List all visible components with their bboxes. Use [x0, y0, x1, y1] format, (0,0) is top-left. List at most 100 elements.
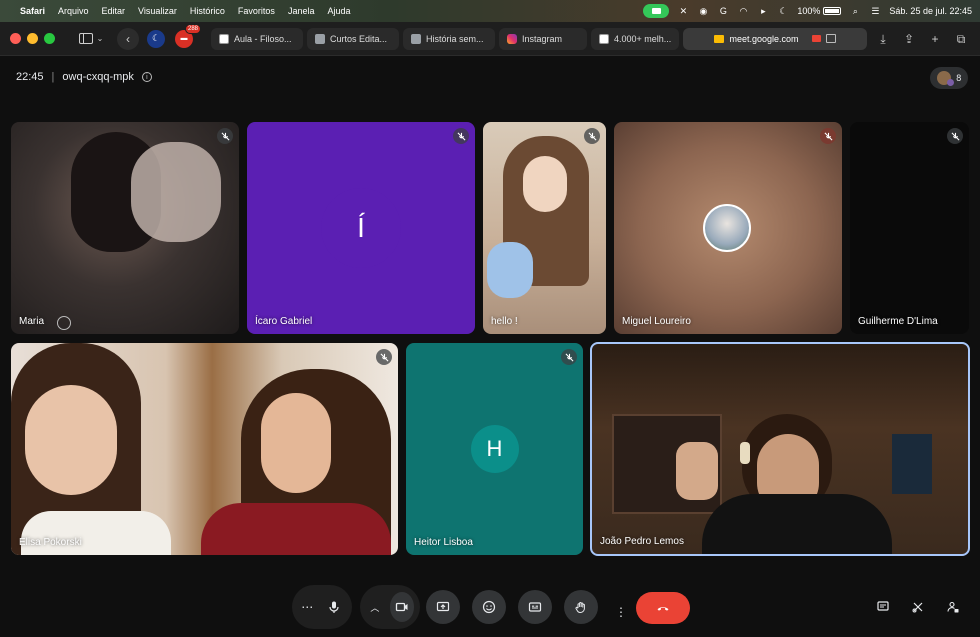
moon-icon[interactable]: ☾: [777, 5, 789, 17]
battery-icon: [823, 7, 842, 15]
tab-historia[interactable]: História sem...: [403, 27, 495, 50]
spotlight-search-icon[interactable]: ⌕: [849, 5, 861, 17]
participants-button[interactable]: 8: [930, 67, 968, 89]
menu-editar[interactable]: Editar: [102, 6, 126, 16]
download-icon: ⤓: [880, 31, 886, 46]
window-controls: [10, 33, 55, 44]
shapes-icon: [912, 602, 923, 613]
window-minimize-button[interactable]: [27, 33, 38, 44]
tab-favicon: [315, 33, 325, 44]
address-bar-url[interactable]: meet.google.com: [729, 34, 798, 44]
present-screen-button[interactable]: [426, 590, 460, 624]
participant-tile-elisa-pokorski[interactable]: Elisa Pokorski: [11, 343, 398, 555]
participant-tile-heitor-lisboa[interactable]: H Heitor Lisboa: [406, 343, 583, 555]
participant-name: Elisa Pokorski: [19, 537, 82, 548]
camera-button[interactable]: [389, 592, 414, 622]
macos-menubar: Safari Arquivo Editar Visualizar Históri…: [0, 0, 980, 22]
tab-curtos-editados[interactable]: Curtos Edita...: [307, 27, 399, 50]
dark-mode-extension-icon[interactable]: [147, 29, 165, 48]
emoji-icon: [482, 600, 496, 614]
muted-mic-icon: [453, 128, 469, 144]
tab-4000-melhores[interactable]: 4.000+ melh...: [591, 27, 679, 50]
menu-ajuda[interactable]: Ajuda: [327, 6, 350, 16]
participant-tile-miguel-loureiro[interactable]: Miguel Loureiro: [614, 122, 842, 334]
download-button[interactable]: ⤓: [872, 28, 894, 50]
tab-label: Curtos Edita...: [330, 33, 388, 44]
muted-mic-icon: [561, 349, 577, 365]
close-icon[interactable]: ✕: [677, 5, 689, 17]
participant-avatar: [703, 204, 751, 252]
participant-tile-maria[interactable]: Maria: [11, 122, 239, 334]
participant-name: Ícaro Gabriel: [255, 316, 313, 327]
chevron-down-icon: ⌄: [96, 34, 104, 43]
participant-name: Guilherme D'Lima: [858, 316, 938, 327]
menu-janela[interactable]: Janela: [288, 6, 315, 16]
extension-icon[interactable]: ◉: [697, 5, 709, 17]
participant-tile-icaro-gabriel[interactable]: Í Ícaro Gabriel: [247, 122, 475, 334]
leave-call-button[interactable]: [636, 592, 690, 624]
window-zoom-button[interactable]: [44, 33, 55, 44]
activities-button[interactable]: [901, 590, 935, 624]
more-audio-options-button[interactable]: ⋯: [298, 591, 316, 623]
camera-control-group: ︿: [360, 585, 420, 629]
raise-hand-button[interactable]: [564, 590, 598, 624]
menu-arquivo[interactable]: Arquivo: [58, 6, 89, 16]
tab-overview-button[interactable]: ⧉: [950, 28, 972, 50]
participant-name: hello !: [491, 316, 518, 327]
back-button[interactable]: ‹: [117, 27, 139, 50]
more-horizontal-icon: ⋯: [301, 600, 314, 614]
reactions-button[interactable]: [472, 590, 506, 624]
meet-header: 22:45 | owq-cxqq-mpk i 8: [0, 57, 980, 97]
tab-label: Aula - Filoso...: [234, 33, 292, 44]
captions-button[interactable]: [518, 590, 552, 624]
video-feed-hand: [676, 442, 718, 500]
window-close-button[interactable]: [10, 33, 21, 44]
extension-badge: 288: [184, 23, 201, 34]
info-icon[interactable]: i: [141, 72, 152, 82]
instagram-icon: [507, 33, 517, 44]
menu-safari[interactable]: Safari: [20, 6, 45, 16]
more-options-button[interactable]: ⋮: [610, 596, 632, 628]
share-button[interactable]: ⇪: [898, 28, 920, 50]
host-controls-button[interactable]: [936, 590, 970, 624]
picture-in-picture-icon[interactable]: [825, 34, 836, 43]
participants-avatar-icon: [936, 71, 954, 86]
chat-icon: [877, 601, 889, 611]
tab-label: 4.000+ melh...: [614, 33, 672, 44]
sticker-icon: [57, 316, 71, 330]
tab-aula-filosofia[interactable]: Aula - Filoso...: [211, 27, 303, 50]
new-tab-button[interactable]: +: [924, 28, 946, 50]
menu-favoritos[interactable]: Favoritos: [238, 6, 275, 16]
tab-bar: Aula - Filoso... Curtos Edita... Históri…: [211, 27, 867, 50]
control-center-icon[interactable]: ☰: [869, 5, 881, 17]
meeting-code: owq-cxqq-mpk: [62, 71, 134, 83]
video-feed-window: [892, 434, 932, 494]
video-feed-shirt-2: [201, 503, 391, 555]
hang-up-icon: [657, 606, 669, 611]
microphone-button[interactable]: [322, 593, 346, 621]
menubar-clock[interactable]: Sáb. 25 de jul. 22:45: [889, 6, 972, 16]
chevron-left-icon: ‹: [126, 31, 130, 46]
meeting-time: 22:45: [16, 71, 44, 83]
adblock-extension-icon[interactable]: 288: [175, 23, 201, 48]
chat-button[interactable]: [866, 590, 900, 624]
participant-tile-joao-pedro-lemos[interactable]: João Pedro Lemos: [590, 342, 970, 556]
tab-label: Instagram: [522, 33, 563, 44]
tab-google-meet[interactable]: meet.google.com: [683, 27, 867, 50]
play-icon[interactable]: ▸: [757, 5, 769, 17]
avatar-initial: H: [470, 425, 519, 473]
camera-options-button[interactable]: ︿: [366, 591, 384, 623]
sidebar-toggle-button[interactable]: ⌄: [71, 28, 111, 50]
menu-visualizar[interactable]: Visualizar: [138, 6, 177, 16]
captions-icon: [528, 602, 542, 612]
wifi-icon[interactable]: ◠: [737, 5, 749, 17]
participant-tile-guilherme-dlima[interactable]: Guilherme D'Lima: [850, 122, 969, 334]
tab-instagram[interactable]: Instagram: [499, 27, 587, 50]
video-feed-hand: [131, 142, 221, 242]
grammarly-icon[interactable]: G: [717, 5, 729, 17]
battery-indicator[interactable]: 100%: [797, 6, 842, 16]
camera-in-use-icon[interactable]: [643, 4, 670, 18]
menu-historico[interactable]: Histórico: [190, 6, 225, 16]
participant-tile-hello[interactable]: hello !: [483, 122, 606, 334]
teddy-bear: [487, 242, 533, 298]
